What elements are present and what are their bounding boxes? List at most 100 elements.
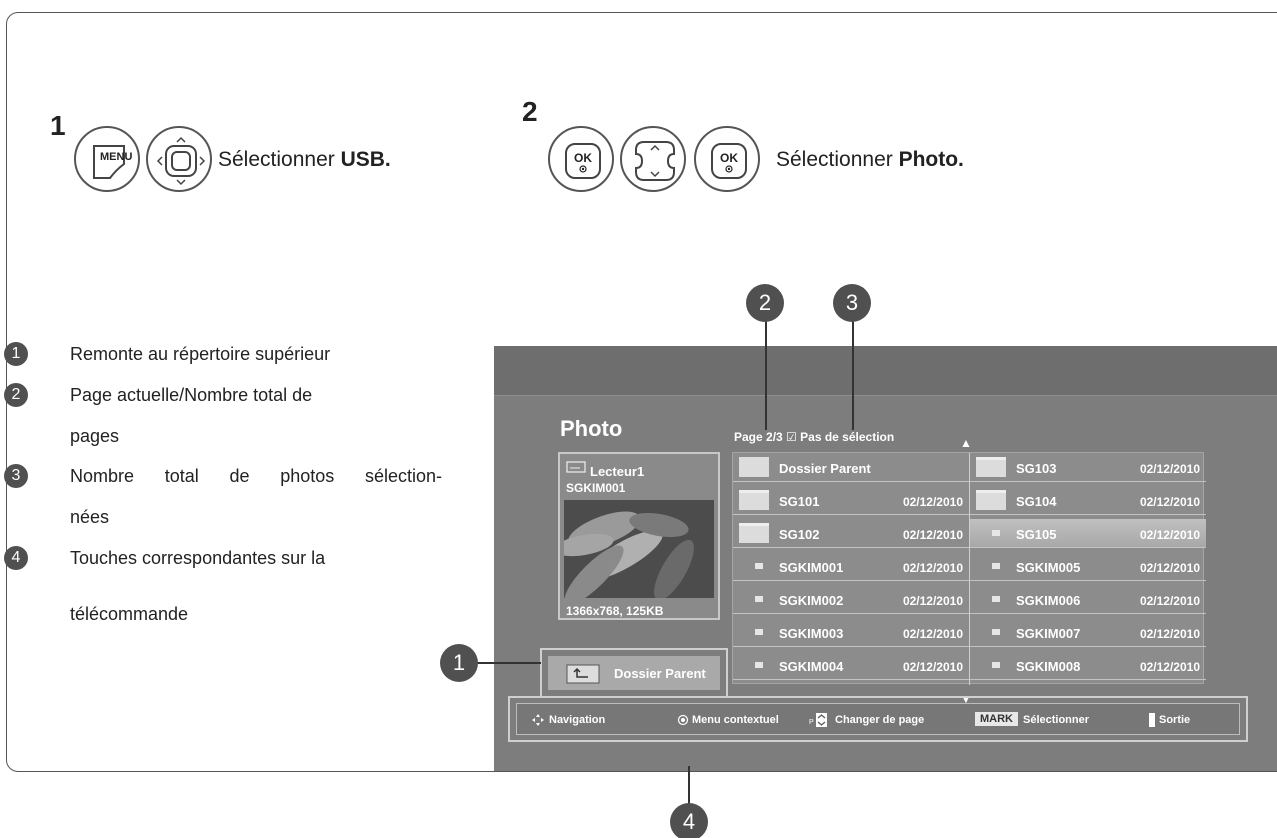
navigation-pad-button[interactable] (146, 126, 212, 192)
file-date: 02/12/2010 (902, 528, 963, 542)
ok-button-first[interactable]: OK (548, 126, 614, 192)
screen-header-bar (494, 346, 1277, 396)
callout-1-line (475, 662, 541, 664)
file-date: 02/12/2010 (902, 495, 963, 509)
page-change-key-icon: P (809, 713, 827, 727)
file-list-item[interactable]: SGKIM002 02/12/2010 (733, 585, 969, 614)
page-info: Page 2/3 ☑ Pas de sélection (734, 430, 895, 444)
file-list-column-right: SG103 02/12/2010 SG104 02/12/2010 SG105 02/12… (969, 453, 1206, 685)
file-date: 02/12/2010 (902, 594, 963, 608)
file-list-item[interactable]: Dossier Parent (733, 453, 969, 482)
file-name: SG102 (779, 527, 820, 542)
photo-file-icon (755, 563, 763, 569)
photo-file-icon (992, 563, 1000, 569)
file-list-item[interactable]: SGKIM006 02/12/2010 (970, 585, 1206, 614)
ok-key-icon: OK (711, 143, 747, 179)
file-date: 02/12/2010 (902, 660, 963, 674)
legend-text-3-line-1: Nombre total de photos sélection- (70, 466, 442, 486)
file-name: SGKIM005 (1016, 560, 1081, 575)
parent-folder-button[interactable]: Dossier Parent (540, 648, 728, 698)
file-list-item[interactable]: SGKIM005 02/12/2010 (970, 552, 1206, 581)
step-2-number: 2 (522, 96, 538, 127)
legend-number-4: 4 (4, 546, 28, 570)
legend-text-3-line-2: nées (70, 507, 110, 527)
file-list-item[interactable]: SGKIM008 02/12/2010 (970, 651, 1206, 680)
step-2-text: Sélectionner Photo. (776, 148, 964, 171)
callout-4-line (688, 766, 690, 806)
legend-text-2-line-2: pages (70, 426, 120, 446)
checkbox-icon: ☑ (786, 430, 797, 444)
parent-folder-button-label: Dossier Parent (614, 666, 706, 681)
photo-browser-screen: Photo Page 2/3 ☑ Pas de sélection ▲ ▼ Le… (494, 346, 1277, 771)
file-date: 02/12/2010 (1139, 627, 1200, 641)
parent-folder-icon (739, 457, 769, 477)
step-1-number: 1 (50, 110, 66, 141)
hint-select: Sélectionner (1023, 714, 1090, 726)
legend-text-1: Remonte au répertoire supérieur (70, 344, 331, 364)
legend-number-1: 1 (4, 342, 28, 366)
callout-3-line (852, 314, 854, 430)
navigation-arrows-icon (532, 714, 544, 726)
flower-thumbnail-image (564, 500, 714, 598)
screen-title: Photo (560, 416, 623, 441)
mark-key-badge: MARK (975, 712, 1018, 726)
file-list-item[interactable]: SG102 02/12/2010 (733, 519, 969, 548)
file-name: SG104 (1016, 494, 1057, 509)
folder-icon (976, 490, 1006, 510)
file-list-item[interactable]: SG101 02/12/2010 (733, 486, 969, 515)
parent-folder-icon (566, 664, 600, 684)
callout-3: 3 (833, 284, 871, 322)
menu-button[interactable]: MENU (74, 126, 140, 192)
folder-icon (739, 523, 769, 543)
file-list-item[interactable]: SGKIM007 02/12/2010 (970, 618, 1206, 647)
legend-number-3: 3 (4, 464, 28, 488)
photo-file-icon (992, 629, 1000, 635)
legend-text-2-line-1: Page actuelle/Nombre total de (70, 385, 313, 405)
hint-exit: Sortie (1159, 714, 1191, 726)
file-list-item[interactable]: SGKIM003 02/12/2010 (733, 618, 969, 647)
hint-context-menu: Menu contextuel (692, 714, 779, 726)
file-name: Dossier Parent (779, 461, 871, 476)
file-name: SGKIM008 (1016, 659, 1081, 674)
photo-file-icon (992, 662, 1000, 668)
ok-circle-icon (677, 714, 689, 726)
direction-pad-icon (156, 136, 206, 186)
callout-2-line (765, 314, 767, 430)
svg-text:MENU: MENU (100, 151, 132, 163)
file-date: 02/12/2010 (902, 561, 963, 575)
legend-number-2: 2 (4, 383, 28, 407)
file-name: SGKIM003 (779, 626, 844, 641)
photo-file-icon (755, 596, 763, 602)
up-down-pad-button[interactable] (620, 126, 686, 192)
file-name: SGKIM001 (779, 560, 844, 575)
file-list-item[interactable]: SG105 02/12/2010 (970, 519, 1206, 548)
file-date: 02/12/2010 (1139, 660, 1200, 674)
ok-key-icon: OK (565, 143, 601, 179)
callout-4: 4 (670, 803, 708, 838)
file-date: 02/12/2010 (1139, 528, 1200, 542)
ok-button-second[interactable]: OK (694, 126, 760, 192)
callout-2: 2 (746, 284, 784, 322)
svg-text:P: P (809, 719, 814, 726)
file-name: SGKIM006 (1016, 593, 1081, 608)
file-name: SG101 (779, 494, 820, 509)
photo-file-icon (992, 530, 1000, 536)
up-down-pad-icon (635, 141, 675, 181)
scroll-up-arrow-icon[interactable]: ▲ (960, 436, 972, 450)
svg-text:OK: OK (574, 151, 592, 165)
photo-file-icon (755, 662, 763, 668)
preview-resolution-size: 1366x768, 125KB (566, 604, 664, 618)
photo-file-icon (992, 596, 1000, 602)
file-list: Dossier Parent SG101 02/12/2010 SG102 02/12/… (732, 452, 1206, 685)
exit-key-icon (1149, 713, 1155, 727)
file-date: 02/12/2010 (1139, 462, 1200, 476)
file-list-item[interactable]: SG103 02/12/2010 (970, 453, 1206, 482)
file-date: 02/12/2010 (902, 627, 963, 641)
file-list-item[interactable]: SGKIM001 02/12/2010 (733, 552, 969, 581)
photo-preview-panel: Lecteur1 SGKIM001 1366x768, 125KB (558, 452, 720, 620)
file-list-item[interactable]: SG104 02/12/2010 (970, 486, 1206, 515)
file-list-item[interactable]: SGKIM004 02/12/2010 (733, 651, 969, 680)
legend-text-4-line-2: télécommande (70, 604, 189, 624)
file-name: SG103 (1016, 461, 1057, 476)
folder-icon (739, 490, 769, 510)
